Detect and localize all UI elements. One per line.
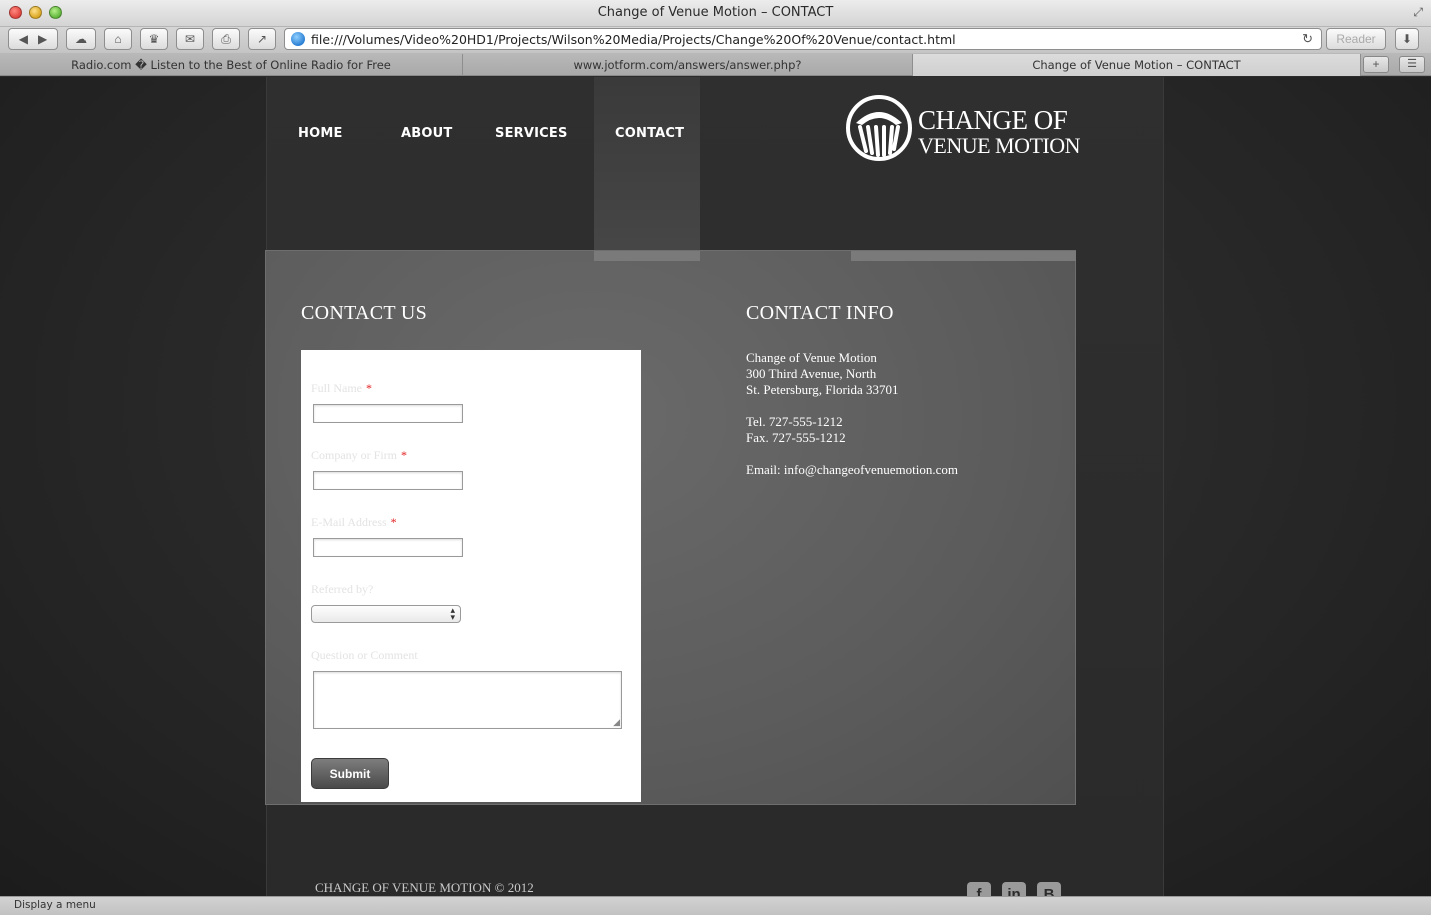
forward-icon[interactable]: ▶ bbox=[38, 32, 47, 46]
select-arrows-icon: ▴ ▾ bbox=[450, 605, 455, 622]
panel-top-strip bbox=[851, 251, 1076, 261]
reader-button[interactable]: Reader bbox=[1326, 28, 1386, 50]
icloud-icon: ☁ bbox=[75, 32, 87, 46]
top-sites-button[interactable]: ♛ bbox=[140, 28, 168, 50]
email-input[interactable] bbox=[313, 538, 463, 557]
contact-address-line2: St. Petersburg, Florida 33701 bbox=[746, 382, 899, 397]
print-button[interactable]: ⎙ bbox=[212, 28, 240, 50]
url-text[interactable]: file:///Volumes/Video%20HD1/Projects/Wil… bbox=[311, 32, 1302, 47]
active-nav-highlight bbox=[594, 77, 700, 262]
email-label-text: E-Mail Address bbox=[311, 515, 387, 529]
plus-icon: + bbox=[1372, 57, 1380, 71]
address-bar[interactable]: file:///Volumes/Video%20HD1/Projects/Wil… bbox=[284, 28, 1322, 50]
contact-form: Full Name * Company or Firm * E-Mail Addre… bbox=[301, 350, 641, 802]
nav-contact[interactable]: CONTACT bbox=[615, 126, 684, 141]
contact-telephone: Tel. 727-555-1212 bbox=[746, 414, 843, 429]
downloads-button[interactable]: ⬇ bbox=[1395, 28, 1419, 50]
mail-button[interactable]: ✉ bbox=[176, 28, 204, 50]
contact-company: Change of Venue Motion bbox=[746, 350, 877, 365]
share-button[interactable]: ↗ bbox=[248, 28, 276, 50]
nav-home[interactable]: HOME bbox=[298, 126, 343, 141]
mail-icon: ✉ bbox=[184, 32, 196, 46]
linkedin-icon[interactable]: in bbox=[1002, 882, 1026, 896]
tab-list-button[interactable]: ☰ bbox=[1399, 56, 1425, 73]
list-icon: ☰ bbox=[1407, 58, 1417, 70]
icloud-button[interactable]: ☁ bbox=[66, 28, 96, 50]
home-button[interactable]: ⌂ bbox=[104, 28, 132, 50]
footer-copyright: CHANGE OF VENUE MOTION © 2012 bbox=[315, 880, 534, 895]
top-sites-icon: ♛ bbox=[148, 32, 160, 46]
nav-services[interactable]: SERVICES bbox=[495, 126, 568, 141]
comment-label: Question or Comment bbox=[311, 648, 418, 662]
full-name-input[interactable] bbox=[313, 404, 463, 423]
site-logo[interactable]: CHANGE OF VENUE MOTION bbox=[846, 95, 1081, 165]
submit-button[interactable]: Submit bbox=[311, 758, 389, 789]
tab-jotform[interactable]: www.jotform.com/answers/answer.php? bbox=[463, 54, 913, 76]
blogger-icon[interactable]: B bbox=[1037, 882, 1061, 896]
status-bar: Display a menu bbox=[0, 896, 1431, 915]
logo-text-line1: CHANGE OF bbox=[918, 105, 1068, 135]
window-titlebar: Change of Venue Motion – CONTACT ⤢ bbox=[0, 0, 1431, 27]
contact-info-heading: CONTACT INFO bbox=[746, 302, 894, 324]
logo-mark-icon bbox=[846, 95, 912, 161]
print-icon: ⎙ bbox=[221, 31, 231, 46]
contact-fax: Fax. 727-555-1212 bbox=[746, 430, 846, 445]
back-forward-group: ◀ ▶ bbox=[8, 28, 58, 50]
required-marker: * bbox=[366, 381, 372, 395]
nav-about[interactable]: ABOUT bbox=[401, 126, 452, 141]
full-name-label: Full Name * bbox=[311, 381, 372, 396]
browser-toolbar: ◀ ▶ ☁ ⌂ ♛ ✉ ⎙ ↗ file:///Volumes/Video%20… bbox=[0, 27, 1431, 53]
logo-text-line2: VENUE MOTION bbox=[918, 133, 1081, 158]
company-input[interactable] bbox=[313, 471, 463, 490]
full-name-label-text: Full Name bbox=[311, 381, 362, 395]
window-title: Change of Venue Motion – CONTACT bbox=[597, 5, 834, 20]
fullscreen-icon[interactable]: ⤢ bbox=[1413, 5, 1423, 20]
back-icon[interactable]: ◀ bbox=[19, 32, 28, 46]
download-icon: ⬇ bbox=[1401, 32, 1413, 46]
required-marker: * bbox=[390, 515, 397, 529]
panel-tab-strip bbox=[594, 251, 700, 261]
contact-us-heading: CONTACT US bbox=[301, 302, 428, 324]
tab-contact[interactable]: Change of Venue Motion – CONTACT bbox=[913, 54, 1361, 76]
company-label: Company or Firm * bbox=[311, 448, 407, 463]
contact-address-line1: 300 Third Avenue, North bbox=[746, 366, 877, 381]
share-icon: ↗ bbox=[256, 32, 268, 46]
resize-grip-icon[interactable]: ◢ bbox=[613, 717, 620, 728]
tab-radio[interactable]: Radio.com � Listen to the Best of Online… bbox=[0, 54, 463, 76]
referred-select[interactable]: ▴ ▾ bbox=[311, 605, 461, 623]
facebook-icon[interactable]: f bbox=[967, 882, 991, 896]
contact-email[interactable]: Email: info@changeofvenuemotion.com bbox=[746, 462, 958, 478]
page-viewport: HOME ABOUT SERVICES CONTACT CHANGE OF VE… bbox=[0, 77, 1431, 896]
globe-icon bbox=[291, 32, 305, 46]
new-tab-button[interactable]: + bbox=[1363, 56, 1389, 73]
comment-textarea[interactable]: ◢ bbox=[313, 671, 622, 729]
company-label-text: Company or Firm bbox=[311, 448, 397, 462]
tab-bar: Radio.com � Listen to the Best of Online… bbox=[0, 53, 1431, 76]
required-marker: * bbox=[401, 448, 407, 462]
reload-icon[interactable]: ↻ bbox=[1302, 31, 1313, 47]
status-text: Display a menu bbox=[14, 899, 96, 911]
contact-panel: CONTACT US CONTACT INFO Full Name * Compa… bbox=[265, 250, 1076, 805]
email-label: E-Mail Address * bbox=[311, 515, 397, 530]
referred-label: Referred by? bbox=[311, 582, 374, 596]
home-icon: ⌂ bbox=[114, 32, 122, 46]
